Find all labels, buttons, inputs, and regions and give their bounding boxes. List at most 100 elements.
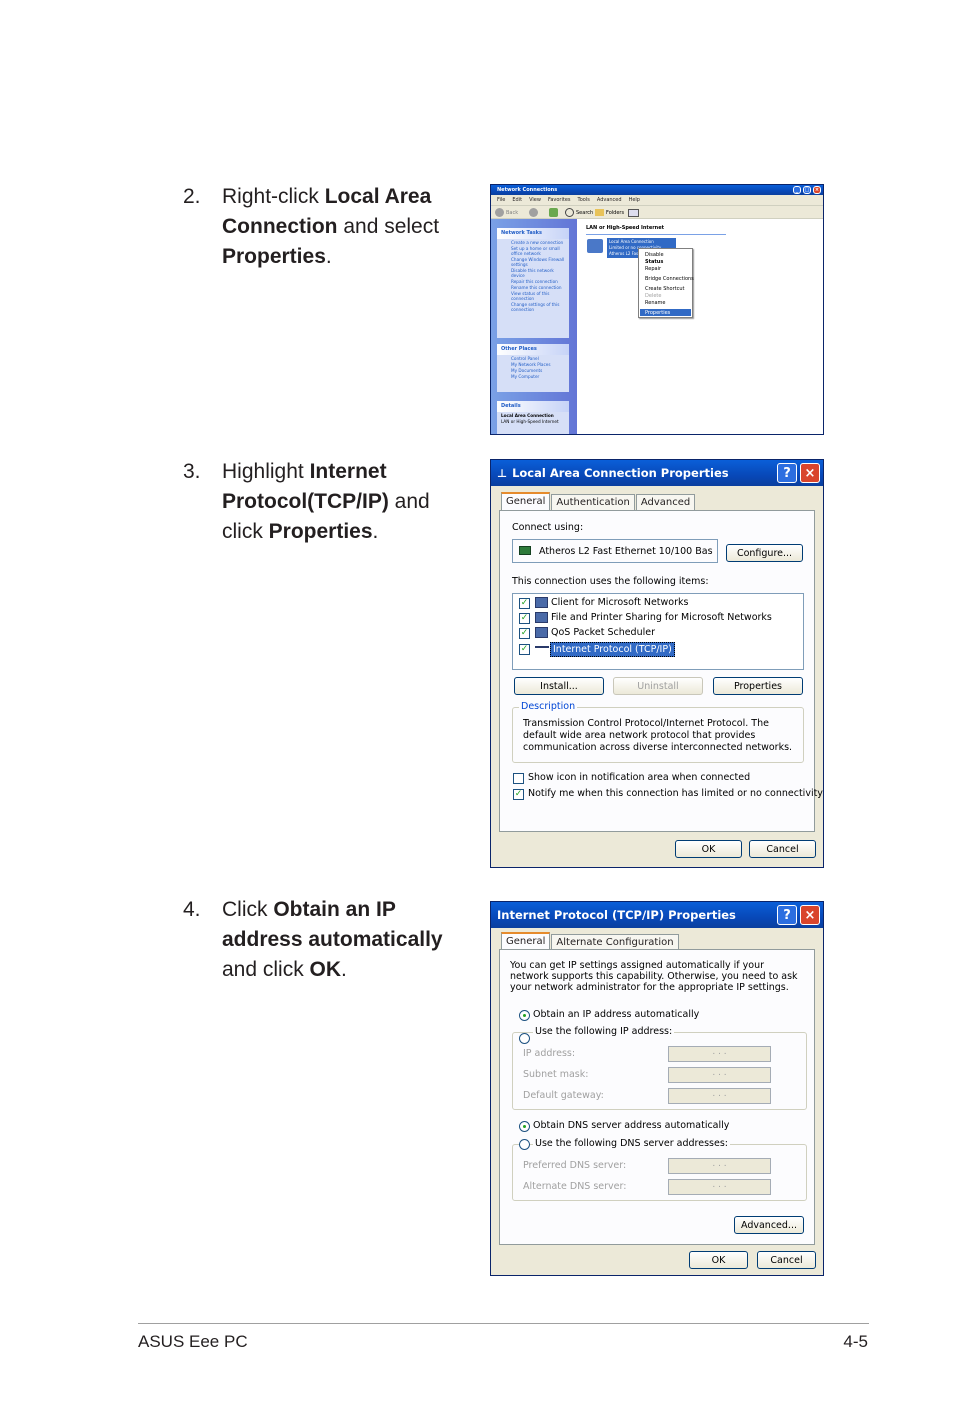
- tcpip-properties-window: Internet Protocol (TCP/IP) Properties ? …: [490, 901, 824, 1276]
- network-tasks-box: Network Tasks Create a new connection Se…: [497, 228, 569, 338]
- details-header[interactable]: Details: [497, 401, 569, 412]
- menu-item-bridge[interactable]: Bridge Connections: [645, 276, 694, 282]
- details-box: Details Local Area Connection LAN or Hig…: [497, 401, 569, 434]
- menu-help[interactable]: Help: [629, 197, 640, 203]
- obtain-ip-radio[interactable]: [519, 1010, 530, 1021]
- search-icon[interactable]: [565, 208, 574, 217]
- components-list[interactable]: ✓ Client for Microsoft Networks ✓ File a…: [512, 593, 804, 670]
- description-label: Description: [519, 701, 578, 712]
- ip-address-field: . . .: [668, 1046, 771, 1062]
- menu-file[interactable]: File: [497, 197, 505, 203]
- step-text: Right-click Local Area Connection and se…: [222, 185, 440, 268]
- close-icon[interactable]: ×: [813, 186, 821, 194]
- connect-using-label: Connect using:: [512, 522, 584, 533]
- task-link[interactable]: View status of this connection: [497, 290, 569, 301]
- task-pane: Network Tasks Create a new connection Se…: [491, 219, 577, 434]
- obtain-dns-radio[interactable]: [519, 1121, 530, 1132]
- item-qos[interactable]: QoS Packet Scheduler: [551, 627, 655, 638]
- footer-product: ASUS Eee PC: [138, 1332, 248, 1351]
- file-sharing-icon: [535, 612, 548, 623]
- obtain-ip-label[interactable]: Obtain an IP address automatically: [533, 1009, 699, 1020]
- folders-label[interactable]: Folders: [606, 210, 624, 216]
- notify-checkbox[interactable]: ✓: [513, 789, 524, 800]
- footer-divider: [138, 1323, 869, 1324]
- item-checkbox[interactable]: ✓: [519, 644, 530, 655]
- cancel-button[interactable]: Cancel: [757, 1251, 816, 1269]
- menu-tools[interactable]: Tools: [578, 197, 590, 203]
- menu-view[interactable]: View: [529, 197, 541, 203]
- configure-button[interactable]: Configure...: [726, 544, 803, 562]
- item-tcpip[interactable]: Internet Protocol (TCP/IP): [550, 642, 675, 657]
- step-number: 2.: [183, 185, 201, 208]
- show-icon-label[interactable]: Show icon in notification area when conn…: [528, 772, 750, 783]
- adapter-icon: [519, 546, 531, 555]
- section-header: LAN or High-Speed Internet: [586, 225, 665, 231]
- back-icon[interactable]: [495, 208, 504, 217]
- close-icon[interactable]: ×: [800, 463, 820, 483]
- other-places-header[interactable]: Other Places: [497, 344, 569, 355]
- help-icon[interactable]: ?: [777, 463, 797, 483]
- menu-favorites[interactable]: Favorites: [548, 197, 571, 203]
- item-checkbox[interactable]: ✓: [519, 628, 530, 639]
- network-connection-icon[interactable]: [587, 239, 603, 253]
- install-button[interactable]: Install...: [514, 677, 604, 695]
- items-label: This connection uses the following items…: [512, 576, 709, 587]
- obtain-dns-label[interactable]: Obtain DNS server address automatically: [533, 1120, 729, 1131]
- dns-group: Use the following DNS server addresses: …: [512, 1138, 807, 1201]
- item-file-sharing[interactable]: File and Printer Sharing for Microsoft N…: [551, 612, 772, 623]
- subnet-label: Subnet mask:: [523, 1069, 589, 1080]
- gateway-label: Default gateway:: [523, 1090, 604, 1101]
- tab-general[interactable]: General: [501, 492, 551, 511]
- use-ip-label[interactable]: Use the following IP address:: [533, 1026, 675, 1037]
- menu-item-properties[interactable]: Properties: [640, 309, 691, 316]
- alternate-dns-field: . . .: [668, 1179, 771, 1195]
- task-link[interactable]: Set up a home or small office network: [497, 245, 569, 256]
- network-connections-window: Network Connections _ □ × File Edit View…: [490, 184, 824, 435]
- close-icon[interactable]: ×: [800, 905, 820, 925]
- item-client[interactable]: Client for Microsoft Networks: [551, 597, 688, 608]
- maximize-icon[interactable]: □: [803, 186, 811, 194]
- menu-advanced[interactable]: Advanced: [597, 197, 622, 203]
- task-link[interactable]: Change settings of this connection: [497, 301, 569, 312]
- task-link[interactable]: Disable this network device: [497, 267, 569, 278]
- task-link[interactable]: Change Windows Firewall settings: [497, 256, 569, 267]
- properties-button[interactable]: Properties: [713, 677, 803, 695]
- cancel-button[interactable]: Cancel: [749, 840, 816, 858]
- menu-item-delete: Delete: [645, 293, 662, 299]
- use-ip-radio[interactable]: [519, 1033, 530, 1044]
- ok-button[interactable]: OK: [689, 1251, 748, 1269]
- item-checkbox[interactable]: ✓: [519, 613, 530, 624]
- general-panel: Connect using: Atheros L2 Fast Ethernet …: [499, 510, 823, 832]
- toolbar: Back Search Folders: [491, 205, 823, 219]
- help-icon[interactable]: ?: [777, 905, 797, 925]
- menu-item-status[interactable]: Status: [645, 259, 663, 265]
- up-folder-icon[interactable]: [549, 208, 558, 217]
- back-label[interactable]: Back: [506, 210, 518, 216]
- notify-label[interactable]: Notify me when this connection has limit…: [528, 788, 823, 799]
- tcpip-icon: [535, 646, 549, 651]
- minimize-icon[interactable]: _: [793, 186, 801, 194]
- use-dns-label[interactable]: Use the following DNS server addresses:: [533, 1138, 730, 1149]
- menu-item-disable[interactable]: Disable: [645, 252, 664, 258]
- menu-item-shortcut[interactable]: Create Shortcut: [645, 286, 685, 292]
- general-panel: You can get IP settings assigned automat…: [499, 949, 815, 1245]
- qos-icon: [535, 627, 548, 638]
- step-number: 3.: [183, 460, 201, 483]
- views-icon[interactable]: [628, 209, 639, 217]
- item-checkbox[interactable]: ✓: [519, 598, 530, 609]
- network-tasks-header[interactable]: Network Tasks: [497, 228, 569, 239]
- other-places-box: Other Places Control Panel My Network Pl…: [497, 344, 569, 392]
- place-link[interactable]: My Computer: [497, 373, 569, 379]
- use-dns-radio[interactable]: [519, 1139, 530, 1150]
- advanced-button[interactable]: Advanced...: [734, 1216, 804, 1234]
- show-icon-checkbox[interactable]: ✓: [513, 773, 524, 784]
- ok-button[interactable]: OK: [675, 840, 742, 858]
- search-label[interactable]: Search: [576, 210, 593, 216]
- forward-icon[interactable]: [529, 208, 538, 217]
- folders-icon[interactable]: [595, 209, 604, 216]
- menu-item-rename[interactable]: Rename: [645, 300, 666, 306]
- menu-edit[interactable]: Edit: [512, 197, 522, 203]
- window-title-text: Local Area Connection Properties: [512, 466, 729, 480]
- menu-item-repair[interactable]: Repair: [645, 266, 661, 272]
- menu-bar: File Edit View Favorites Tools Advanced …: [491, 195, 823, 205]
